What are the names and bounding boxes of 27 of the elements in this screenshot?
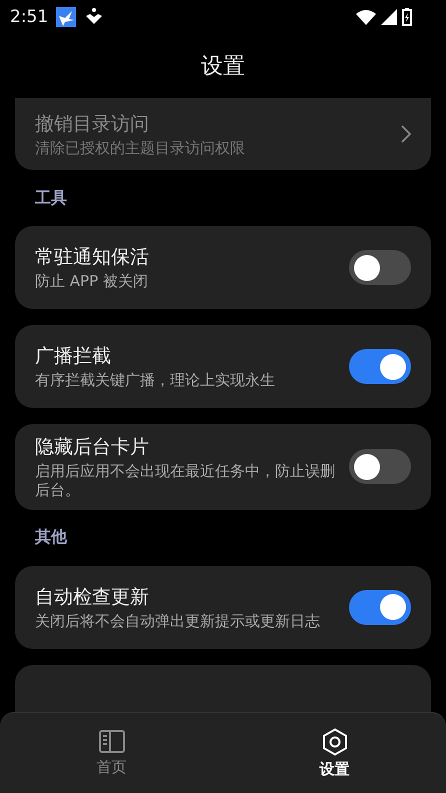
wifi-icon <box>356 8 376 24</box>
setting-title: 隐藏后台卡片 <box>35 435 150 460</box>
signal-icon <box>381 8 397 24</box>
setting-description: 清除已授权的主题目录访问权限 <box>35 138 246 158</box>
setting-description: 防止 APP 被关闭 <box>35 272 149 291</box>
setting-description: 启用后应用不会出现在最近任务中，防止误删后台。 <box>35 462 336 500</box>
chevron-icon <box>401 125 411 143</box>
setting-title: 常驻通知保活 <box>35 245 150 270</box>
section-label: 其他 <box>35 527 67 548</box>
battery-icon <box>402 8 412 26</box>
bird-app-icon <box>56 6 76 26</box>
page-title: 设置 <box>201 52 245 80</box>
book-icon <box>98 730 124 754</box>
nav-tab[interactable]: 设置 <box>223 713 446 793</box>
toggle-switch[interactable] <box>349 590 411 624</box>
toggle-switch[interactable] <box>349 349 411 384</box>
settings-icon <box>322 728 348 756</box>
section-label: 工具 <box>35 188 67 208</box>
setting-title: 广播拦截 <box>35 344 112 370</box>
setting-title: 自动检查更新 <box>35 584 150 610</box>
setting-title: 撤销目录访问 <box>35 112 150 137</box>
nav-tab[interactable]: 首页 <box>0 713 223 793</box>
toggle-switch[interactable] <box>349 250 411 285</box>
setting-description: 关闭后将不会自动弹出更新提示或更新日志 <box>35 612 321 630</box>
toggle-switch[interactable] <box>349 449 411 484</box>
status-time: 2:51 <box>10 6 48 26</box>
setting-description: 有序拦截关键广播，理论上实现永生 <box>35 371 276 390</box>
